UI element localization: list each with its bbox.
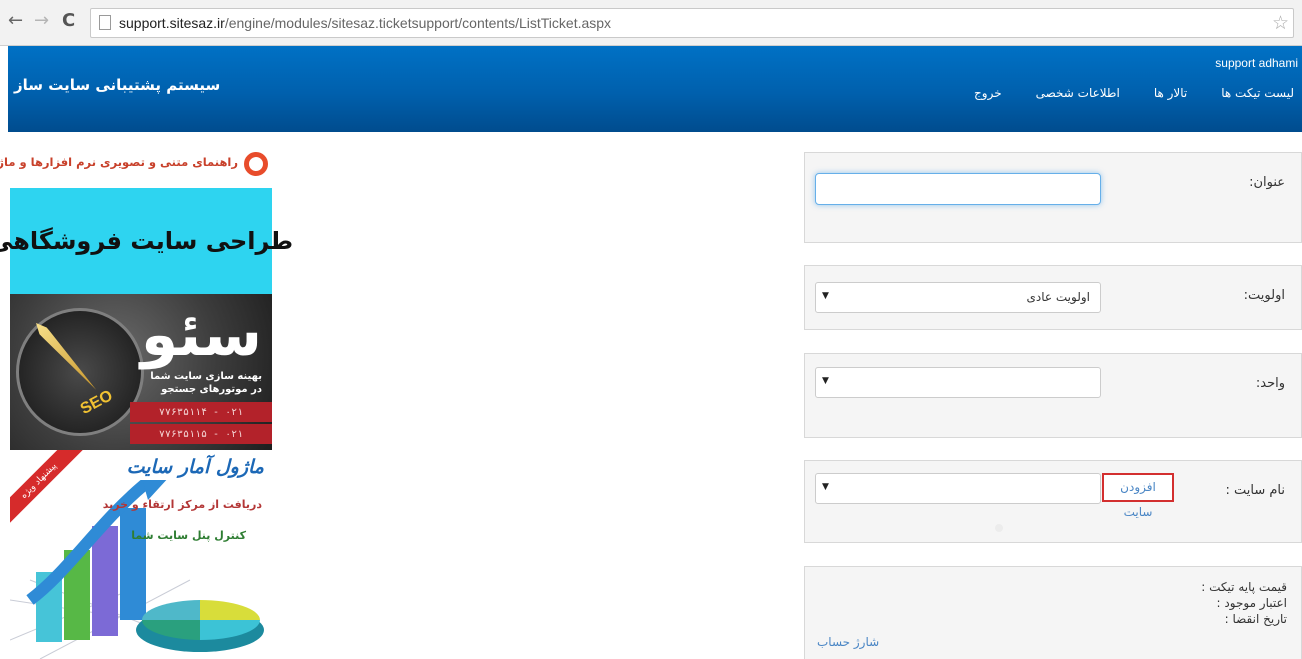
page-icon xyxy=(99,15,111,30)
forward-arrow-icon[interactable]: → xyxy=(34,11,49,31)
stats-line-1: دریافت از مرکز ارتقاء و خرید xyxy=(102,498,262,511)
account-info-panel: قیمت پایه تیکت : اعتبار موجود : تاریخ ان… xyxy=(804,566,1302,659)
chevron-down-icon: ▼ xyxy=(822,291,829,301)
address-bar[interactable]: support.sitesaz.ir/engine/modules/sitesa… xyxy=(90,8,1294,38)
subject-panel: عنوان: xyxy=(804,152,1302,243)
seo-description: بهینه سازی سایت شما در موتورهای جستجو xyxy=(122,370,262,396)
chevron-down-icon: ▼ xyxy=(822,482,829,492)
unit-panel: واحد: ▼ xyxy=(804,353,1302,438)
priority-panel: اولویت: ▼ اولویت عادی xyxy=(804,265,1302,330)
back-arrow-icon[interactable]: ← xyxy=(8,11,23,31)
priority-label: اولویت: xyxy=(1243,288,1285,303)
site-header: سیستم پشتیبانی سایت ساز support adhami ل… xyxy=(8,46,1302,132)
subject-input[interactable] xyxy=(815,173,1101,205)
seo-heading: سئو xyxy=(140,300,262,370)
seo-desc-line1: بهینه سازی سایت شما xyxy=(150,371,262,382)
chevron-down-icon: ▼ xyxy=(822,376,829,386)
bookmark-star-icon[interactable]: ☆ xyxy=(1272,12,1289,34)
reload-icon[interactable]: C xyxy=(62,11,75,31)
lifebuoy-icon xyxy=(244,152,268,176)
stats-line-2: کنترل پنل سایت شما xyxy=(131,529,246,542)
account-info: قیمت پایه تیکت : اعتبار موجود : تاریخ ان… xyxy=(1201,579,1287,627)
current-user-name: support adhami xyxy=(1215,56,1298,70)
shop-design-banner[interactable]: طراحی سایت فروشگاهی xyxy=(0,188,293,294)
nav-ticket-list[interactable]: لیست تیکت ها xyxy=(1221,86,1294,100)
priority-select[interactable]: ▼ اولویت عادی xyxy=(815,282,1101,313)
phone-number-1: ۰۲۱ - ۷۷۶۳۵۱۱۴ xyxy=(130,402,272,422)
unit-label: واحد: xyxy=(1255,376,1285,391)
site-stats-module-banner[interactable]: پیشنهاد ویژه ماژول آمار سایت دریافت از م… xyxy=(10,450,272,659)
url-host: support.sitesaz.ir xyxy=(119,15,225,31)
priority-selected-value: اولویت عادی xyxy=(1026,290,1090,304)
subject-label: عنوان: xyxy=(1249,175,1285,190)
browser-toolbar: ← → C support.sitesaz.ir/engine/modules/… xyxy=(0,0,1302,46)
add-site-link[interactable]: افزودن سایت xyxy=(1102,473,1174,519)
expiry-label: تاریخ انقضا : xyxy=(1224,612,1287,626)
site-name-panel: نام سایت : ▼ افزودن سایت xyxy=(804,460,1302,543)
nav-personal-info[interactable]: اطلاعات شخصی xyxy=(1036,86,1120,100)
site-name-select[interactable]: ▼ xyxy=(815,473,1101,504)
seo-desc-line2: در موتورهای جستجو xyxy=(161,384,262,395)
nav-forums[interactable]: تالار ها xyxy=(1154,86,1187,100)
shop-banner-text: طراحی سایت فروشگاهی xyxy=(0,227,294,255)
main-nav: لیست تیکت ها تالار ها اطلاعات شخصی خروج xyxy=(974,86,1294,100)
phone-number-2: ۰۲۱ - ۷۷۶۳۵۱۱۵ xyxy=(130,424,272,444)
loading-dot xyxy=(995,524,1003,532)
base-price-label: قیمت پایه تیکت : xyxy=(1201,580,1287,594)
help-guide-text: راهنمای متنی و تصویری نرم افزارها و ماژو… xyxy=(0,155,238,169)
site-title: سیستم پشتیبانی سایت ساز xyxy=(14,76,221,94)
help-guide-link[interactable]: راهنمای متنی و تصویری نرم افزارها و ماژو… xyxy=(0,152,272,178)
stats-module-title: ماژول آمار سایت xyxy=(126,456,264,478)
unit-select[interactable]: ▼ xyxy=(815,367,1101,398)
url-text[interactable]: support.sitesaz.ir/engine/modules/sitesa… xyxy=(119,15,611,31)
nav-logout[interactable]: خروج xyxy=(974,86,1002,100)
charge-account-link[interactable]: شارژ حساب xyxy=(817,635,879,649)
site-name-label: نام سایت : xyxy=(1225,483,1285,498)
seo-banner[interactable]: SEO سئو بهینه سازی سایت شما در موتورهای … xyxy=(10,294,272,450)
url-path: /engine/modules/sitesaz.ticketsupport/co… xyxy=(224,15,612,31)
balance-label: اعتبار موجود : xyxy=(1216,596,1287,610)
